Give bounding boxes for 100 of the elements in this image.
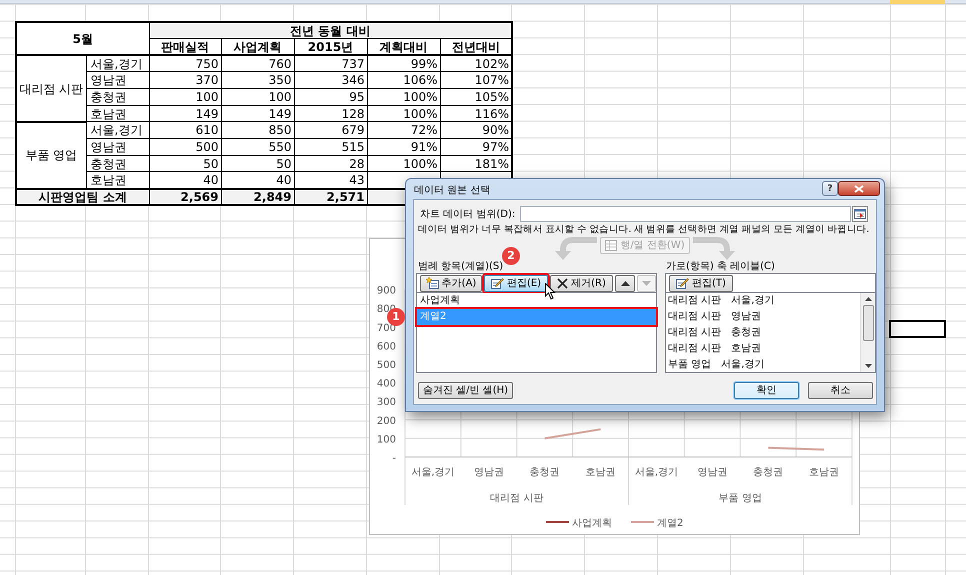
- close-icon: [854, 184, 864, 192]
- selected-cell: [889, 320, 946, 338]
- table-header: 5월: [16, 22, 149, 56]
- table-cell: 106%: [367, 72, 440, 89]
- field-label: 차트 데이터 범위(D):: [420, 208, 516, 222]
- table-header: 계획대비: [367, 38, 440, 56]
- table-cell: 128: [294, 105, 367, 122]
- edit-button[interactable]: 편집(E): [484, 274, 548, 292]
- table-cell: 149: [149, 105, 221, 122]
- axis-tick-label: 400: [376, 378, 396, 390]
- triangle-down-icon: [642, 280, 651, 286]
- add-button[interactable]: 추가(A): [420, 274, 482, 292]
- table-header: 전년 동월 대비: [149, 22, 512, 39]
- axis-tick-label: 600: [376, 341, 396, 352]
- remove-button[interactable]: 제거(R): [550, 274, 613, 292]
- category-group-label: 부품 영업: [718, 493, 762, 504]
- range-field[interactable]: [520, 206, 851, 222]
- table-cell: 28: [294, 155, 367, 172]
- table-cell: 호남권: [86, 105, 149, 122]
- legend-label: 사업계획: [572, 518, 612, 529]
- category-label: 호남권: [586, 467, 616, 478]
- table-cell: 100%: [367, 105, 440, 122]
- help-button[interactable]: ?: [822, 181, 838, 196]
- list-item-group[interactable]: 대리점 시판: [668, 309, 722, 325]
- category-label: 서울,경기: [411, 467, 455, 478]
- dialog-button[interactable]: 숨겨진 셀/빈 셀(H): [418, 382, 513, 399]
- table-header: 사업계획: [221, 38, 294, 56]
- table-cell: 100: [149, 88, 221, 106]
- table-cell: 679: [294, 122, 367, 139]
- triangle-up-icon: [620, 280, 630, 286]
- dialog-button[interactable]: 취소: [808, 382, 873, 399]
- list-item-category[interactable]: 충청권: [731, 325, 762, 341]
- table-cell: 370: [149, 72, 221, 89]
- table-cell: 서울,경기: [86, 122, 149, 139]
- table-cell: 350: [221, 72, 294, 89]
- table-cell: 610: [149, 122, 221, 139]
- callout-badge: 2: [502, 246, 520, 264]
- table-cell: 100%: [367, 155, 440, 172]
- table-cell: 515: [294, 138, 367, 156]
- table-cell: 2,571: [294, 188, 367, 206]
- list-item-group[interactable]: 대리점 시판: [668, 341, 722, 357]
- list-item-category[interactable]: 호남권: [731, 341, 762, 357]
- table-cell: 850: [221, 122, 294, 139]
- table-cell: 95: [294, 88, 367, 106]
- move-up-button[interactable]: [615, 274, 635, 292]
- panel-label: 가로(항목) 축 레이블(C): [666, 260, 775, 273]
- table-cell: 149: [221, 105, 294, 122]
- table-cell: 91%: [367, 138, 440, 156]
- category-label: 영남권: [697, 467, 728, 478]
- close-button[interactable]: [838, 181, 880, 196]
- list-item-category[interactable]: 서울,경기: [731, 293, 774, 309]
- table-cell: 737: [294, 55, 367, 72]
- axis-tick-label: -: [392, 453, 396, 464]
- axis-tick-label: 500: [376, 360, 396, 371]
- table-cell: 서울,경기: [86, 55, 149, 72]
- axis-tick-label: 200: [376, 416, 396, 427]
- range-picker-button[interactable]: [852, 206, 868, 222]
- category-label: 영남권: [474, 467, 504, 478]
- dialog-title: 데이터 원본 선택: [414, 184, 490, 198]
- table-header: 전년대비: [440, 38, 512, 56]
- table-cell: 영남권: [86, 138, 149, 156]
- table-cell: 100%: [367, 88, 440, 106]
- table-header: 판매실적: [149, 38, 221, 56]
- table-cell: 99%: [367, 55, 440, 72]
- category-label: 서울,경기: [634, 467, 678, 478]
- table-cell: 충청권: [86, 155, 149, 172]
- table-icon: [605, 240, 618, 251]
- table-cell: 500: [149, 138, 221, 156]
- table-cell: 시판영업팀 소계: [16, 188, 149, 206]
- table-cell: 346: [294, 72, 367, 89]
- table-cell: 50: [221, 155, 294, 172]
- range-picker-icon: [854, 209, 866, 219]
- table-cell: 760: [221, 55, 294, 72]
- table-cell: 72%: [367, 122, 440, 139]
- add-icon: [426, 277, 439, 289]
- category-label: 호남권: [809, 467, 840, 478]
- active-column-header: [890, 0, 945, 4]
- table-cell: 50: [149, 155, 221, 172]
- panel-label: 범례 항목(계열)(S): [418, 260, 504, 273]
- list-item[interactable]: 사업계획: [417, 293, 656, 309]
- table-cell: 영남권: [86, 72, 149, 89]
- table-cell: 2,849: [221, 188, 294, 206]
- scrollbar-thumb[interactable]: [862, 305, 874, 341]
- axis-tick-label: 900: [376, 286, 396, 297]
- close-icon: [557, 278, 568, 288]
- list-item-group[interactable]: 대리점 시판: [668, 325, 722, 341]
- scroll-down-icon[interactable]: [864, 364, 872, 368]
- dialog-button[interactable]: 확인: [734, 382, 799, 399]
- list-item-group[interactable]: 대리점 시판: [668, 293, 722, 309]
- list-item-category[interactable]: 영남권: [731, 309, 762, 325]
- list-item-group[interactable]: 부품 영업: [668, 357, 712, 373]
- edit-icon: [676, 277, 690, 289]
- edit-icon: [490, 277, 504, 289]
- category-label: 충청권: [753, 467, 784, 478]
- list-item-category[interactable]: 서울,경기: [721, 357, 764, 373]
- category-label: 충청권: [530, 467, 560, 478]
- axis-tick-label: 100: [376, 434, 396, 446]
- edit-button[interactable]: 편집(T): [669, 274, 733, 292]
- scroll-up-icon[interactable]: [864, 297, 872, 301]
- axis-tick-label: 300: [376, 397, 396, 408]
